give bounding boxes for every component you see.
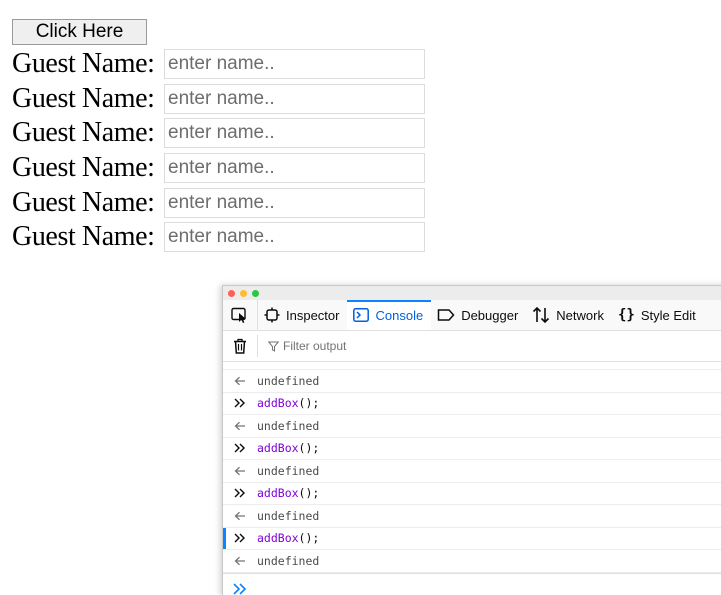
guest-name-label: Guest Name: [12, 48, 155, 80]
console-log: undefined addBox(); undefined addBox(); … [223, 362, 721, 573]
guest-name-input[interactable] [164, 222, 425, 253]
console-result-text: undefined [257, 508, 320, 523]
guest-name-label: Guest Name: [12, 82, 155, 114]
console-function-name: addBox [257, 531, 299, 546]
devtools-toolbar: Inspector Console Debugger Network {} St… [223, 300, 721, 331]
guest-name-label: Guest Name: [12, 152, 155, 184]
devtools-panel: Inspector Console Debugger Network {} St… [222, 285, 721, 595]
guest-name-input[interactable] [164, 83, 425, 114]
console-function-name: addBox [257, 441, 299, 456]
guest-row: Guest Name: [12, 82, 425, 117]
element-picker-icon [231, 307, 246, 323]
console-call-parens: (); [298, 441, 320, 456]
tab-network-label: Network [556, 307, 604, 323]
result-arrow-icon [234, 421, 245, 431]
console-result-line: undefined [223, 550, 721, 573]
tab-inspector[interactable]: Inspector [258, 300, 347, 330]
guest-row: Guest Name: [12, 151, 425, 186]
input-chevron-icon [234, 398, 245, 408]
guest-name-input[interactable] [164, 187, 425, 218]
input-chevron-icon [234, 443, 245, 453]
console-result-line: undefined [223, 460, 721, 483]
minimize-window-icon[interactable] [240, 289, 247, 297]
console-call-parens: (); [298, 486, 320, 501]
tab-style-editor[interactable]: {} Style Edit [612, 300, 704, 330]
filter-icon [268, 341, 279, 352]
click-here-button[interactable]: Click Here [12, 19, 147, 45]
console-function-name: addBox [257, 396, 299, 411]
tab-debugger-label: Debugger [461, 307, 519, 323]
filter-output-field[interactable]: Filter output [258, 339, 346, 353]
console-result-line: undefined [223, 505, 721, 528]
result-arrow-icon [234, 511, 245, 521]
result-arrow-icon [234, 556, 245, 566]
guest-name-label: Guest Name: [12, 186, 155, 218]
debugger-icon [437, 309, 455, 321]
tab-console[interactable]: Console [347, 300, 432, 330]
filter-output-placeholder: Filter output [283, 339, 347, 353]
console-input-line: addBox(); [223, 438, 721, 460]
console-icon [353, 308, 370, 322]
page-content: Click Here Guest Name: Guest Name: Guest… [12, 19, 425, 255]
guest-name-label: Guest Name: [12, 117, 155, 149]
result-arrow-icon [234, 466, 245, 476]
console-result-text: undefined [257, 418, 320, 433]
devtools-titlebar [223, 286, 721, 300]
trash-icon [234, 338, 246, 354]
prompt-chevron-icon [233, 582, 247, 595]
guest-row: Guest Name: [12, 47, 425, 82]
console-result-text: undefined [257, 553, 320, 568]
guest-name-input[interactable] [164, 49, 425, 80]
console-result-text: undefined [257, 463, 320, 478]
close-window-icon[interactable] [228, 289, 235, 297]
console-call-parens: (); [298, 396, 320, 411]
tab-debugger[interactable]: Debugger [431, 300, 526, 330]
guest-row: Guest Name: [12, 116, 425, 151]
console-result-text: undefined [257, 373, 320, 388]
result-arrow-icon [234, 376, 245, 386]
maximize-window-icon[interactable] [252, 289, 259, 297]
network-icon [533, 307, 550, 323]
console-function-name: addBox [257, 486, 299, 501]
console-call-parens: (); [298, 531, 320, 546]
console-result-line: undefined [223, 370, 721, 393]
guest-row: Guest Name: [12, 185, 425, 220]
guest-row: Guest Name: [12, 220, 425, 255]
input-chevron-icon [234, 533, 245, 543]
console-result-line: undefined [223, 415, 721, 438]
console-input-line: addBox(); [223, 527, 721, 550]
tab-inspector-label: Inspector [286, 307, 340, 323]
console-filter-bar: Filter output [223, 331, 721, 362]
tab-style-editor-label: Style Edit [640, 307, 696, 323]
element-picker-button[interactable] [223, 300, 258, 330]
guest-name-label: Guest Name: [12, 221, 155, 253]
console-input-line: addBox(); [223, 483, 721, 505]
console-input-prompt[interactable] [223, 572, 721, 595]
guest-name-input[interactable] [164, 153, 425, 184]
console-line-partial [223, 362, 721, 370]
clear-console-button[interactable] [223, 335, 258, 357]
inspector-icon [264, 307, 280, 323]
tab-console-label: Console [375, 307, 424, 323]
input-chevron-icon [234, 488, 245, 498]
guest-name-input[interactable] [164, 118, 425, 149]
style-editor-icon: {} [617, 307, 635, 323]
tab-network[interactable]: Network [526, 300, 612, 330]
console-input-line: addBox(); [223, 393, 721, 415]
